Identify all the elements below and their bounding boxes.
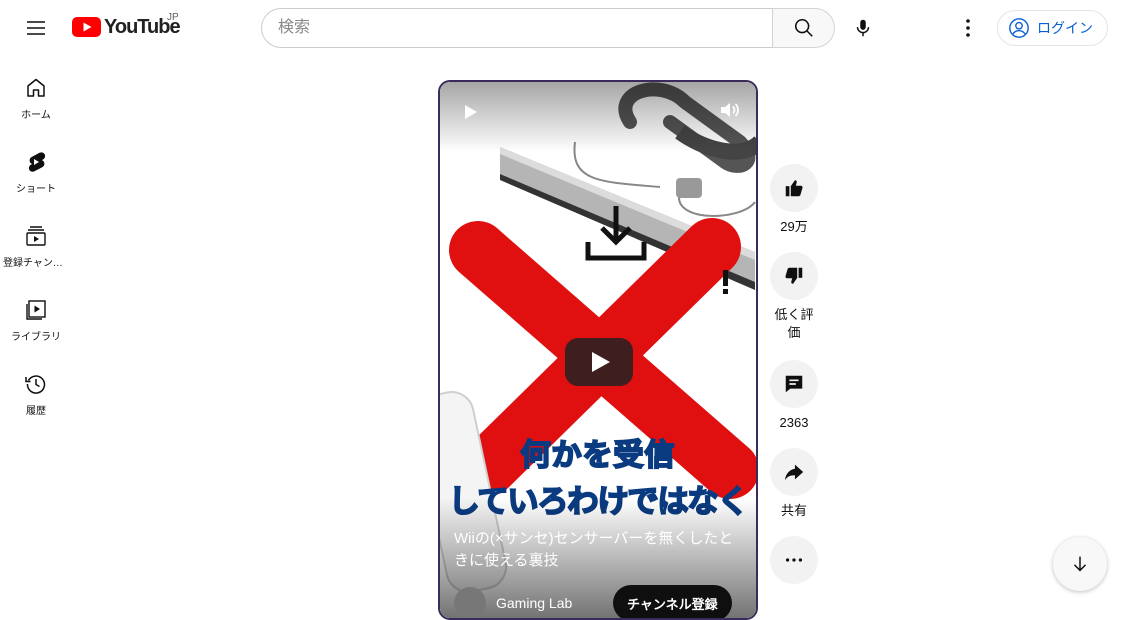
home-icon [27,78,45,97]
next-short-button[interactable] [1053,537,1107,591]
arrow-down-icon [1073,556,1087,572]
search-icon [794,18,813,37]
share-action: 共有 [769,448,819,520]
channel-name[interactable]: Gaming Lab [496,595,592,611]
overlay-text-line1: 何かを受信 [520,438,676,473]
search-button[interactable] [772,8,835,48]
country-code: JP [167,12,179,23]
sidebar-item-label: 登録チャンネル [3,258,69,269]
login-button[interactable]: ログイン [997,10,1108,46]
volume-button[interactable] [718,98,742,122]
top-bar: YouTube JP ログイン [0,0,1124,56]
dislike-action: 低く評価 [769,252,819,342]
sidebar-item-label: ライブラリ [11,332,61,343]
microphone-icon [856,19,870,37]
share-label: 共有 [780,503,807,518]
search-input[interactable] [261,8,772,48]
sidebar-item-shorts[interactable]: ショート [0,130,72,204]
settings-menu-button[interactable] [948,8,988,48]
sidebar-item-subscriptions[interactable]: 登録チャンネル [0,204,72,278]
library-icon [26,300,46,320]
search-box [261,8,835,48]
more-action [769,536,819,584]
like-count: 29万 [780,219,808,234]
vertical-dots-icon [966,19,970,37]
shorts-player[interactable]: 何かを受信 していろわけではなく Wiiの(×サンセ)センサーバーを無くしたとき… [438,80,758,620]
channel-avatar[interactable] [454,587,486,618]
share-button[interactable] [770,448,818,496]
sidebar-item-history[interactable]: 履歴 [0,352,72,426]
shorts-icon [28,152,46,172]
comment-action: 2363 [769,360,819,432]
history-icon [25,375,46,394]
subscriptions-icon [26,226,46,246]
volume-icon [721,103,739,117]
horizontal-dots-icon [785,558,803,562]
youtube-play-button-icon [565,338,633,386]
hamburger-icon [27,21,45,35]
comment-icon [785,375,803,393]
guide-menu-button[interactable] [16,8,56,48]
channel-info: Gaming Lab [454,585,592,618]
sidebar-item-label: ホーム [21,110,51,121]
sidebar-item-library[interactable]: ライブラリ [0,278,72,352]
share-icon [784,464,804,481]
thumbs-down-icon [785,267,803,284]
play-pause-button[interactable] [458,100,482,124]
top-gradient [440,82,756,152]
sidebar-item-home[interactable]: ホーム [0,56,72,130]
dislike-button[interactable] [770,252,818,300]
like-button[interactable] [770,164,818,212]
large-play-button[interactable] [565,338,633,386]
youtube-play-logo-icon [72,17,101,37]
comments-button[interactable] [770,360,818,408]
youtube-logo[interactable]: YouTube [72,14,181,40]
comment-count: 2363 [779,415,809,430]
more-actions-button[interactable] [770,536,818,584]
sidebar-item-label: ショート [16,184,56,195]
login-label: ログイン [1037,20,1093,36]
thumbs-up-icon [785,180,803,197]
short-title[interactable]: Wiiの(×サンセ)センサーバーを無くしたときに使える裏技 [454,528,744,572]
account-circle-icon [1009,18,1029,38]
dislike-label: 低く評価 [774,307,814,340]
like-action: 29万 [769,164,819,236]
voice-search-button[interactable] [843,8,883,48]
subscribe-button[interactable]: チャンネル登録 [613,585,732,618]
sidebar-item-label: 履歴 [26,406,46,417]
play-icon [465,105,477,119]
